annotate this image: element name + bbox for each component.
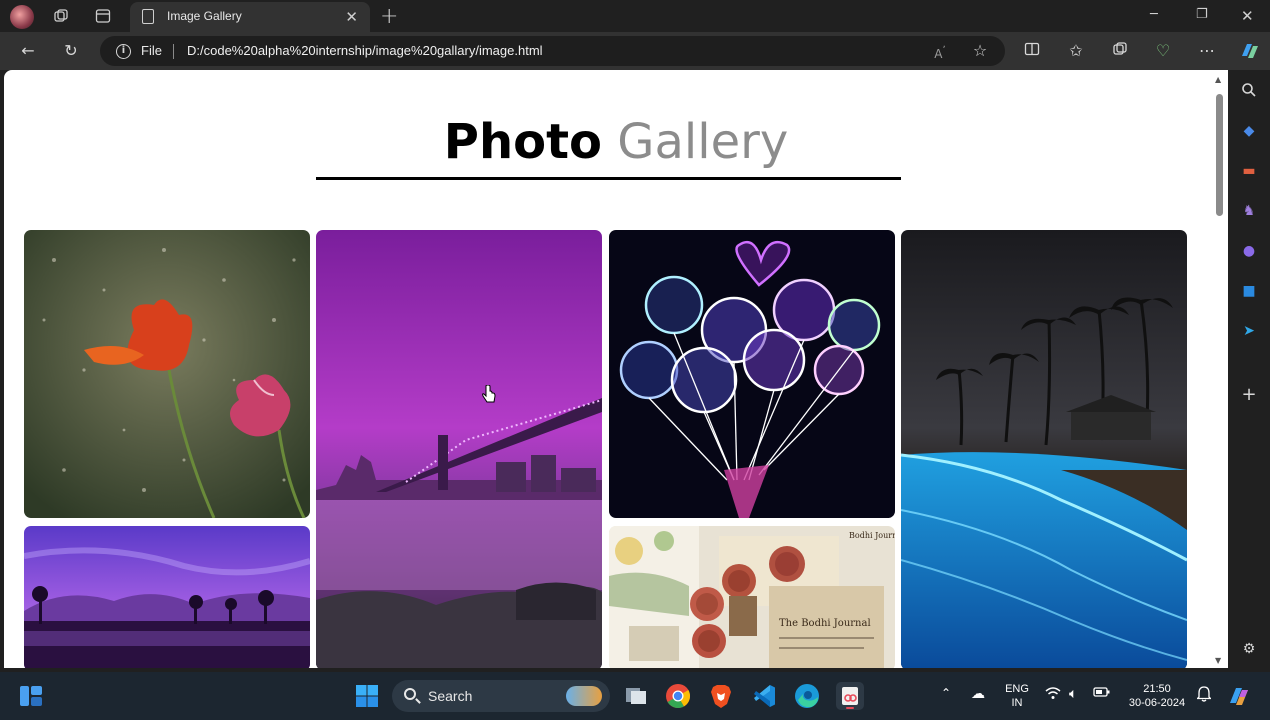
taskbar-search-box[interactable]: Search [392,680,610,712]
gallery-photo-tulips[interactable] [24,230,310,518]
search-highlight-icon [566,686,602,706]
address-bar[interactable]: i File D:/code%20alpha%20internship/imag… [100,36,1005,66]
task-view-icon[interactable] [622,682,650,710]
browser-essentials-icon[interactable]: ♡ [1153,41,1173,61]
tab-title: Image Gallery [167,9,242,23]
edge-sidebar: ◆ ▬ ♞ ● ■ ➤ + ⚙ [1228,70,1270,668]
vscode-icon[interactable] [750,682,778,710]
gallery-photo-journal-collage[interactable]: The Bodhi Journal Bodhi Journ [609,526,895,668]
browser-toolbar: ← ↻ i File D:/code%20alpha%20internship/… [0,32,1270,70]
widgets-icon[interactable] [18,684,44,708]
close-tab-icon[interactable]: ✕ [345,8,358,26]
sidebar-search-icon[interactable] [1240,82,1258,100]
mouse-cursor-icon [481,384,497,405]
refresh-icon[interactable]: ↻ [61,41,81,61]
page-scrollbar[interactable]: ▲ ▼ [1211,72,1228,668]
page-viewport: Photo Gallery The Bodhi Journal Bodhi Jo… [4,70,1228,668]
profile-avatar[interactable] [10,5,34,29]
notification-bell-icon[interactable] [1195,686,1213,706]
title-underline [316,177,901,180]
read-aloud-icon[interactable]: Aʼ [930,41,950,61]
svg-text:The Bodhi Journal: The Bodhi Journal [779,618,871,629]
clock[interactable]: 21:50 30-06-2024 [1122,682,1192,710]
battery-icon[interactable] [1093,686,1111,702]
url-text[interactable]: D:/code%20alpha%20internship/image%20gal… [187,43,543,58]
outlook-icon[interactable]: ■ [1240,282,1258,300]
taskbar-search-icon [404,688,416,700]
address-separator [173,44,174,59]
copilot-taskbar-icon[interactable] [1226,684,1252,708]
browser-title-bar: Image Gallery ✕ + ─ ❐ ✕ [0,0,1270,32]
new-tab-icon[interactable]: + [380,4,398,29]
gallery-photo-night-beach[interactable] [901,230,1187,668]
windows-start-icon[interactable] [353,682,381,710]
title-bold-word: Photo [443,114,603,170]
sidebar-settings-gear-icon[interactable]: ⚙ [1240,640,1258,658]
clock-time: 21:50 [1143,683,1171,695]
favorite-star-icon[interactable]: ☆ [970,41,990,61]
info-icon[interactable]: i [116,44,131,59]
wifi-icon[interactable] [1045,686,1061,704]
edge-browser-icon[interactable] [793,682,821,710]
svg-text:Bodhi Journ: Bodhi Journ [849,531,895,540]
gallery-photo-bridge[interactable] [316,230,602,668]
page-title: Photo Gallery [4,114,1228,170]
file-scheme-label: File [141,43,162,58]
shopping-tag-icon[interactable]: ◆ [1240,122,1258,140]
favorites-icon[interactable]: ✩ [1066,41,1086,61]
region-code: IN [1011,697,1023,709]
taskbar-search-placeholder: Search [428,688,473,704]
games-icon[interactable]: ♞ [1240,202,1258,220]
tools-briefcase-icon[interactable]: ▬ [1240,162,1258,180]
scroll-up-arrow-icon[interactable]: ▲ [1215,75,1221,84]
windows-taskbar: Search ⌃ ☁ ENG IN 🔈︎ 21:50 30-06-2024 [0,672,1270,720]
chrome-icon[interactable] [664,682,692,710]
language-code: ENG [1005,683,1029,695]
input-language[interactable]: ENG IN [1002,682,1032,710]
back-arrow-icon[interactable]: ← [18,41,38,61]
title-light-word: Gallery [617,114,789,170]
scrollbar-thumb[interactable] [1216,94,1223,216]
split-screen-icon[interactable] [1022,41,1042,61]
show-hidden-icons-chevron-icon[interactable]: ⌃ [941,686,951,700]
restore-icon[interactable]: ❐ [1196,7,1208,22]
workspaces-icon[interactable] [53,8,69,24]
page-icon [142,9,154,24]
more-menu-icon[interactable]: ⋯ [1197,41,1217,61]
copilot-sidebar-icon[interactable]: ● [1240,242,1258,260]
gallery-photo-purple-landscape[interactable] [24,526,310,668]
copilot-icon[interactable] [1238,41,1262,61]
telegram-icon[interactable]: ➤ [1240,322,1258,340]
vertical-tabs-icon[interactable] [95,8,111,24]
clock-date: 30-06-2024 [1128,697,1186,709]
add-sidebar-app-icon[interactable]: + [1240,386,1258,404]
scroll-down-arrow-icon[interactable]: ▼ [1215,656,1221,665]
close-window-icon[interactable]: ✕ [1241,7,1254,25]
minimize-icon[interactable]: ─ [1150,7,1158,22]
tab-image-gallery[interactable]: Image Gallery ✕ [130,2,370,32]
brave-browser-icon[interactable] [707,682,735,710]
snipping-tool-icon[interactable] [836,682,864,710]
collections-icon[interactable] [1110,41,1130,61]
volume-icon[interactable]: 🔈︎ [1069,686,1077,702]
onedrive-cloud-icon[interactable]: ☁ [971,686,985,702]
gallery-photo-balloons[interactable] [609,230,895,518]
